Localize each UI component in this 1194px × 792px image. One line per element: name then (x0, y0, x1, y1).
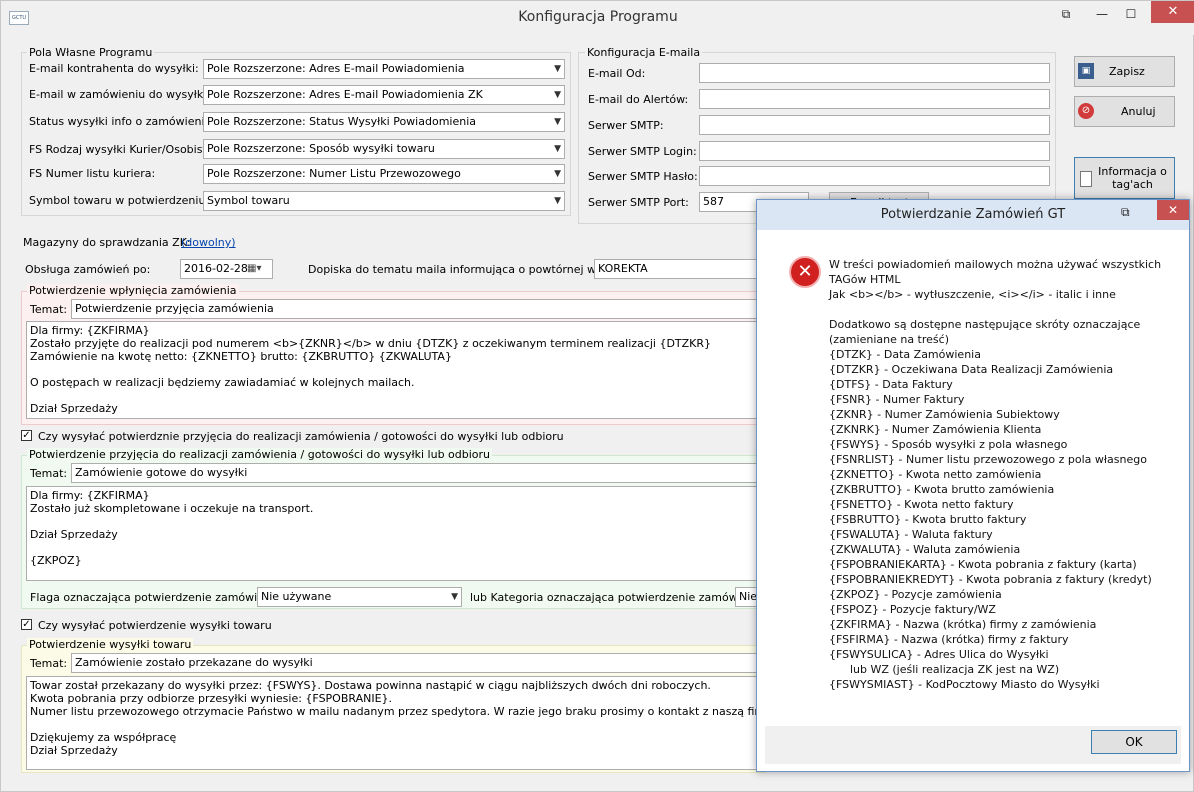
own-field-combo[interactable]: Symbol towaru ▼ (203, 191, 565, 211)
chevron-down-icon: ▼ (554, 196, 561, 206)
window-title: Konfiguracja Programu (518, 9, 678, 25)
chevron-down-icon: ▼ (554, 64, 561, 74)
flag-combo[interactable]: Nie używane ▼ (257, 587, 462, 607)
ready-subject-label: Temat: (30, 467, 68, 480)
chevron-down-icon: ▼ (451, 592, 458, 602)
orders-after-label: Obsługa zamówień po: (25, 263, 151, 276)
cancel-label: Anuluj (1121, 105, 1156, 118)
email-config-title: Konfiguracja E-maila (585, 46, 703, 59)
resend-suffix-field[interactable]: KOREKTA (594, 259, 764, 279)
send-ship-checkbox[interactable]: ✓ (21, 619, 32, 630)
email-config-label: E-mail Od: (588, 67, 646, 80)
chevron-down-icon: ▼ (554, 117, 561, 127)
dialog-title-bar: Potwierdzanie Zamówień GT ⧉ ✕ (757, 200, 1189, 230)
cancel-icon: ⊘ (1078, 103, 1094, 119)
resend-suffix-label: Dopiska do tematu maila informująca o po… (308, 263, 635, 276)
ready-subject-field[interactable]: Zamówienie gotowe do wysyłki (71, 463, 766, 483)
email-config-label: E-mail do Alertów: (588, 93, 689, 106)
combo-value: Pole Rozszerzone: Sposób wysyłki towaru (207, 142, 435, 155)
ship-group-title: Potwierdzenie wysyłki towaru (27, 638, 194, 651)
combo-value: Pole Rozszerzone: Numer Listu Przewozowe… (207, 167, 461, 180)
title-bar: GCTU Konfiguracja Programu ⧉ — ☐ ✕ (1, 1, 1194, 35)
smtp-login-field[interactable] (699, 141, 1050, 161)
ok-button[interactable]: OK (1091, 730, 1177, 754)
cancel-button[interactable]: ⊘ Anuluj (1074, 96, 1175, 127)
email-config-label: Serwer SMTP Hasło: (588, 170, 698, 183)
own-field-label: Status wysyłki info o zamówieniu: (29, 115, 216, 128)
email-from-field[interactable] (699, 63, 1050, 83)
date-value: 2016-02-28 (184, 262, 248, 275)
own-field-combo[interactable]: Pole Rozszerzone: Status Wysyłki Powiado… (203, 112, 565, 132)
payment-subject-label: Temat: (30, 303, 68, 316)
category-label: lub Kategoria oznaczająca potwierdzenie … (470, 591, 768, 604)
smtp-password-field[interactable] (699, 166, 1050, 186)
dialog-body: ✕ W treści powiadomień mailowych można u… (765, 230, 1181, 726)
combo-value: Pole Rozszerzone: Adres E-mail Powiadomi… (207, 62, 465, 75)
maximize-icon[interactable]: ☐ (1118, 5, 1144, 23)
error-icon: ✕ (789, 256, 821, 288)
email-config-label: Serwer SMTP Login: (588, 145, 697, 158)
ship-subject-field[interactable]: Zamówienie zostało przekazane do wysyłki (71, 653, 766, 673)
save-label: Zapisz (1109, 65, 1145, 78)
own-fields-title: Pola Własne Programu (27, 46, 155, 59)
chevron-down-icon: ▼ (554, 144, 561, 154)
combo-value: Nie używane (261, 590, 332, 603)
close-icon[interactable]: ✕ (1151, 1, 1194, 23)
tag-info-dialog: Potwierdzanie Zamówień GT ⧉ ✕ ✕ W treści… (756, 199, 1190, 772)
email-config-label: Serwer SMTP: (588, 119, 664, 132)
ready-body-textarea[interactable]: Dla firmy: {ZKFIRMA} Zostało już skomple… (26, 486, 766, 581)
chevron-down-icon: ▼ (554, 169, 561, 179)
own-field-label: E-mail w zamówieniu do wysyłki: (29, 88, 210, 101)
flag-label: Flaga oznaczająca potwierdzenie zamówien… (30, 591, 285, 604)
send-ready-label: Czy wysyłać potwierdznie przyjęcia do re… (38, 430, 564, 443)
save-button[interactable]: ▣ Zapisz (1074, 56, 1175, 87)
own-field-label: FS Rodzaj wysyłki Kurier/Osobisty: (29, 143, 217, 156)
ship-subject-label: Temat: (30, 657, 68, 670)
send-ready-checkbox[interactable]: ✓ (21, 430, 32, 441)
dialog-message: W treści powiadomień mailowych można uży… (829, 258, 1162, 691)
orders-after-date-picker[interactable]: 2016-02-28 ▦▾ (180, 259, 273, 279)
warehouses-label: Magazyny do sprawdzania ZK: (23, 236, 191, 249)
close-icon[interactable]: ✕ (1157, 200, 1189, 220)
tag-info-button[interactable]: Informacja o tag'ach (1074, 157, 1175, 199)
own-field-combo[interactable]: Pole Rozszerzone: Adres E-mail Powiadomi… (203, 59, 565, 79)
ready-group-title: Potwierdzenie przyjęcia do realizacji za… (27, 448, 493, 461)
tag-info-label: Informacja o tag'ach (1098, 165, 1167, 191)
own-field-label: FS Numer listu kuriera: (29, 167, 156, 180)
email-config-label: Serwer SMTP Port: (588, 196, 689, 209)
restore-icon[interactable]: ⧉ (1053, 5, 1079, 23)
payment-body-textarea[interactable]: Dla firmy: {ZKFIRMA} Zostało przyjęte do… (26, 321, 766, 419)
smtp-server-field[interactable] (699, 115, 1050, 135)
ship-body-textarea[interactable]: Towar został przekazany do wysyłki przez… (26, 676, 766, 770)
combo-value: Pole Rozszerzone: Adres E-mail Powiadomi… (207, 88, 483, 101)
minimize-icon[interactable]: — (1089, 5, 1115, 23)
payment-group-title: Potwierdzenie wpłynięcia zamówienia (27, 284, 239, 297)
own-field-combo[interactable]: Pole Rozszerzone: Adres E-mail Powiadomi… (203, 85, 565, 105)
warehouses-link[interactable]: (dowolny) (181, 236, 236, 249)
combo-value: Symbol towaru (207, 194, 290, 207)
chevron-down-icon: ▼ (554, 90, 561, 100)
combo-value: Pole Rozszerzone: Status Wysyłki Powiado… (207, 115, 477, 128)
document-icon (1080, 171, 1092, 187)
own-field-label: Symbol towaru w potwierdzeniu (29, 194, 206, 207)
save-icon: ▣ (1078, 63, 1094, 79)
payment-subject-field[interactable]: Potwierdzenie przyjęcia zamówienia (71, 299, 766, 319)
own-field-combo[interactable]: Pole Rozszerzone: Sposób wysyłki towaru ▼ (203, 139, 565, 159)
dialog-footer: OK (765, 726, 1181, 764)
own-field-label: E-mail kontrahenta do wysyłki: (29, 62, 199, 75)
restore-icon[interactable]: ⧉ (1121, 205, 1130, 220)
calendar-icon[interactable]: ▦▾ (247, 260, 261, 278)
send-ship-label: Czy wysyłać potwierdzenie wysyłki towaru (38, 619, 272, 632)
own-field-combo[interactable]: Pole Rozszerzone: Numer Listu Przewozowe… (203, 164, 565, 184)
combo-value: Nie (739, 590, 758, 603)
email-alerts-field[interactable] (699, 89, 1050, 109)
